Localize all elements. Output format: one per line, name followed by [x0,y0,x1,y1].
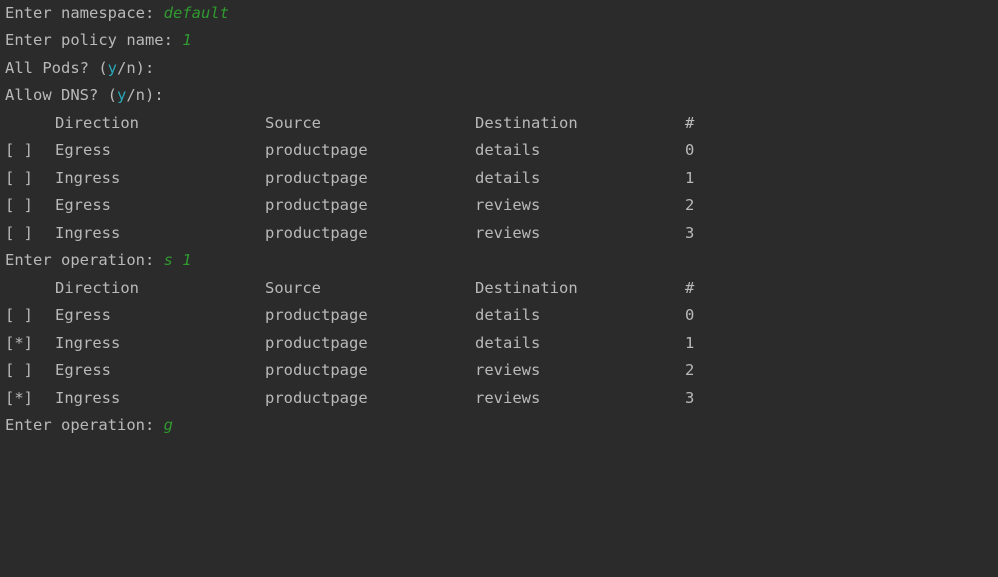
row-index: 3 [685,388,695,407]
row-index: 2 [685,196,695,214]
header-direction: Direction [55,113,139,132]
header-index: # [685,278,695,297]
table-row: [ ] Ingress productpage reviews 3 [5,220,995,248]
row-direction: Ingress [55,333,121,352]
all-pods-label-prefix: All Pods? ( [5,58,108,77]
table-row: [*] Ingress productpage reviews 3 [5,385,995,413]
table2-header: Direction Source Destination # [5,275,995,303]
row-source: productpage [265,196,368,214]
allow-dns-prompt: Allow DNS? (y/n): [5,82,164,110]
table-row: [*] Ingress productpage details 1 [5,330,995,358]
row-destination: reviews [475,196,541,214]
row-checkbox: [ ] [5,361,33,379]
allow-dns-yes: y [116,86,127,104]
row-source: productpage [265,306,368,324]
namespace-value: default [163,4,229,22]
operation-prompt[interactable]: Enter operation: g [5,412,173,440]
row-checkbox: [ ] [5,223,33,242]
row-index: 0 [685,141,695,159]
row-destination: reviews [475,388,541,407]
policy-label: Enter policy name: [5,31,183,49]
row-destination: details [475,141,541,159]
all-pods-label-suffix: /n): [117,58,155,77]
row-source: productpage [265,168,368,187]
row-source: productpage [265,141,368,159]
table-row: [ ] Egress productpage reviews 2 [5,357,995,385]
row-index: 3 [685,223,695,242]
operation-value[interactable]: g [164,416,173,434]
row-direction: Ingress [55,223,121,242]
header-index: # [685,113,695,132]
table-row: [ ] Egress productpage details 0 [5,302,995,330]
header-source: Source [265,278,321,297]
row-direction: Egress [55,141,111,159]
operation-prompt: Enter operation: s 1 [5,247,192,275]
header-direction: Direction [55,278,139,297]
row-destination: reviews [475,361,541,379]
row-checkbox: [*] [5,333,33,352]
row-destination: reviews [475,223,541,242]
row-index: 0 [685,306,695,324]
row-checkbox: [ ] [5,141,33,159]
row-checkbox: [ ] [5,306,33,324]
policy-prompt: Enter policy name: 1 [5,27,192,55]
table-row: [ ] Egress productpage details 0 [5,137,995,165]
operation-label: Enter operation: [5,416,164,434]
row-source: productpage [265,361,368,379]
policy-value: 1 [182,31,192,49]
row-index: 1 [685,333,695,352]
row-destination: details [475,168,541,187]
table1-header: Direction Source Destination # [5,110,995,138]
operation-label: Enter operation: [5,251,164,269]
row-index: 1 [685,168,695,187]
header-destination: Destination [475,278,578,297]
row-checkbox: [ ] [5,168,33,187]
namespace-prompt: Enter namespace: default [5,0,229,28]
all-pods-yes: y [107,58,117,77]
header-destination: Destination [475,113,578,132]
row-source: productpage [265,388,368,407]
row-checkbox: [ ] [5,196,33,214]
namespace-label: Enter namespace: [5,4,164,22]
row-destination: details [475,306,541,324]
row-destination: details [475,333,541,352]
all-pods-prompt: All Pods? (y/n): [5,55,154,83]
row-index: 2 [685,361,695,379]
table-row: [ ] Egress productpage reviews 2 [5,192,995,220]
row-source: productpage [265,223,368,242]
row-direction: Egress [55,361,111,379]
operation-value: s 1 [163,251,192,269]
row-direction: Egress [55,196,111,214]
row-direction: Ingress [55,168,121,187]
allow-dns-label-suffix: /n): [126,86,164,104]
table-row: [ ] Ingress productpage details 1 [5,165,995,193]
row-direction: Ingress [55,388,121,407]
row-checkbox: [*] [5,388,33,407]
row-source: productpage [265,333,368,352]
allow-dns-label-prefix: Allow DNS? ( [5,86,117,104]
terminal-output: Enter namespace: default Enter policy na… [0,0,998,447]
row-direction: Egress [55,306,111,324]
header-source: Source [265,113,321,132]
